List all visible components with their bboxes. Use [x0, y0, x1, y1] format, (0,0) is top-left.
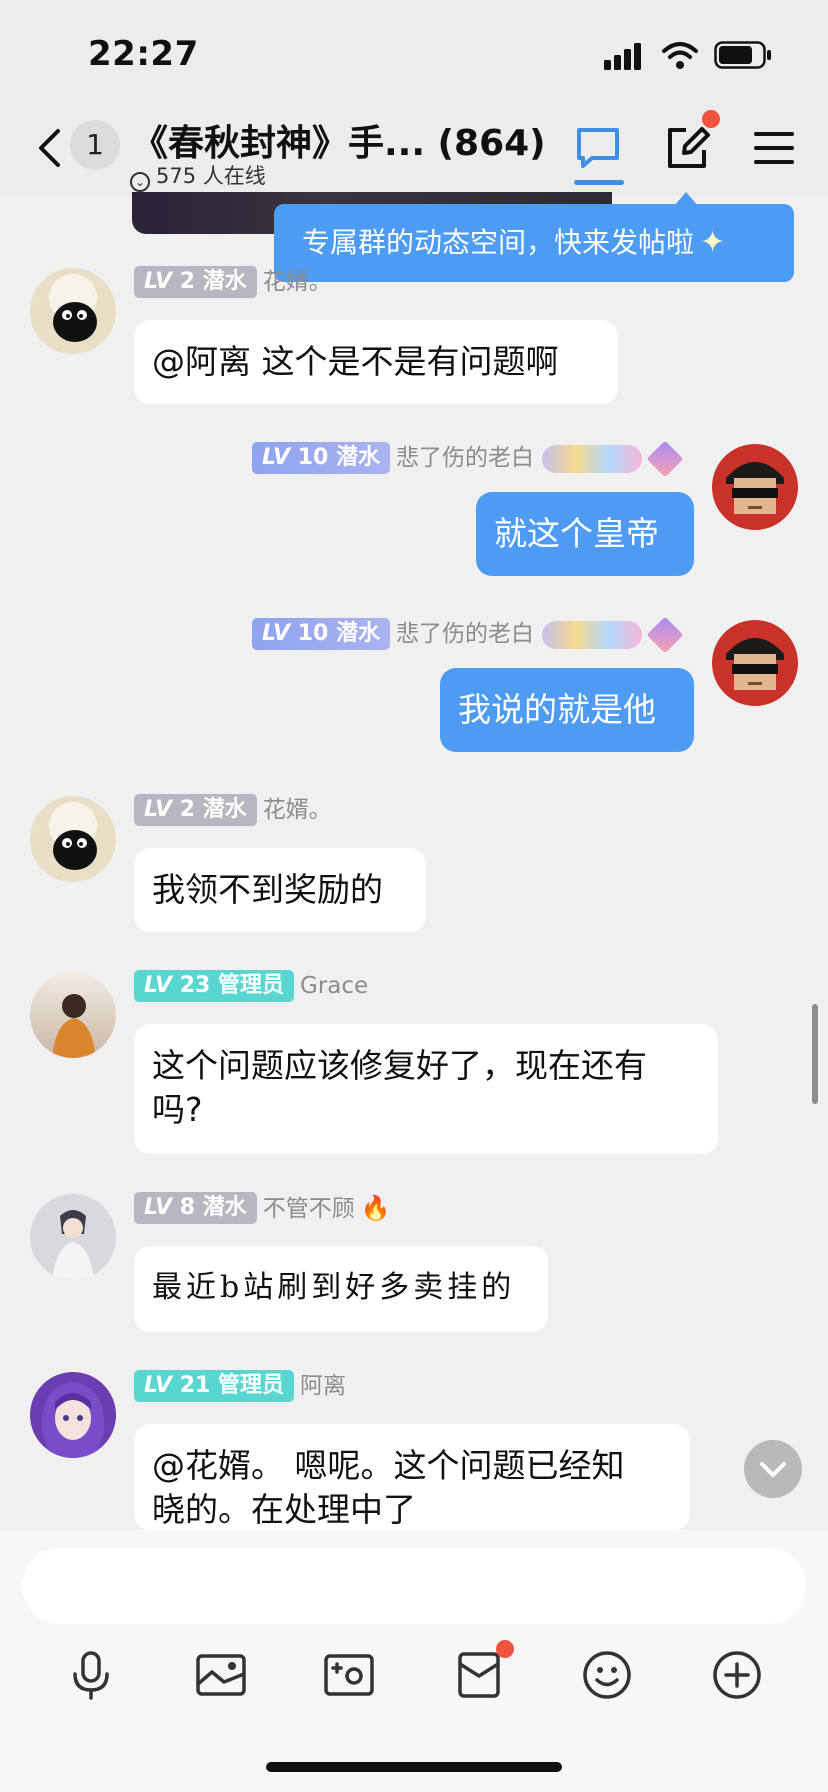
sender-name[interactable]: 悲了伤的老白	[396, 621, 534, 647]
level-badge: LV 2 潜水	[134, 266, 257, 298]
plus-icon[interactable]	[710, 1648, 764, 1702]
feed-tooltip[interactable]: 专属群的动态空间，快来发帖啦 ✦	[274, 204, 794, 282]
level-badge: LV 21 管理员	[134, 1370, 294, 1402]
sheep-avatar[interactable]	[30, 796, 116, 882]
message-bubble[interactable]: @阿离 这个是不是有问题啊	[134, 320, 618, 404]
sheep-avatar[interactable]	[30, 268, 116, 354]
active-tab-indicator	[574, 180, 624, 185]
composer	[0, 1530, 828, 1792]
sender-name[interactable]: 不管不顾	[263, 1196, 355, 1222]
microphone-icon[interactable]	[64, 1648, 118, 1702]
online-count: ⌄ 575 人在线	[130, 160, 266, 192]
message-line: 晓的。在处理中了	[152, 1490, 416, 1529]
emoji-icon[interactable]	[580, 1648, 634, 1702]
chat-header: 1 《春秋封神》手... (864) ⌄ 575 人在线	[0, 110, 828, 196]
swordsman-avatar[interactable]	[30, 1194, 116, 1280]
scrollbar[interactable]	[812, 1004, 818, 1104]
sender-meta: LV 10 潜水 悲了伤的老白	[252, 616, 684, 653]
notification-dot	[702, 110, 720, 128]
status-time: 22:27	[88, 34, 199, 74]
red-packet-icon[interactable]	[452, 1648, 506, 1702]
message-bubble[interactable]: 我说的就是他	[440, 668, 694, 752]
chat-bubble-icon[interactable]	[574, 124, 622, 172]
level-badge: LV 23 管理员	[134, 970, 294, 1002]
sender-meta: LV 2 潜水 花婿。	[134, 266, 332, 298]
scroll-to-bottom-button[interactable]	[744, 1440, 802, 1498]
status-bar: 22:27	[0, 0, 828, 110]
message-bubble[interactable]: 最近b站刷到好多卖挂的	[134, 1246, 548, 1332]
gem-icon	[646, 440, 684, 477]
message-bubble[interactable]: 这个问题应该修复好了，现在还有 吗?	[134, 1024, 718, 1154]
sender-meta: LV 2 潜水 花婿。	[134, 794, 332, 826]
sender-name[interactable]: 花婿。	[263, 269, 332, 295]
anime-girl-avatar[interactable]	[30, 1372, 116, 1458]
message-bubble[interactable]: @花婿。 嗯呢。这个问题已经知 晓的。在处理中了	[134, 1424, 690, 1530]
back-icon[interactable]	[36, 128, 62, 168]
camera-icon[interactable]	[322, 1648, 376, 1702]
chevron-down-icon: ⌄	[130, 172, 150, 192]
sender-meta: LV 8 潜水 不管不顾 🔥	[134, 1192, 391, 1224]
menu-icon[interactable]	[750, 124, 798, 172]
sender-name[interactable]: 花婿。	[263, 797, 332, 823]
sparkle-icon: ✦	[700, 225, 726, 260]
tooltip-text: 专属群的动态空间，快来发帖啦	[302, 226, 695, 259]
battery-icon	[714, 41, 771, 69]
edit-post-icon[interactable]	[664, 124, 712, 172]
message-bubble[interactable]: 就这个皇帝	[476, 492, 694, 576]
sender-name[interactable]: 阿离	[300, 1373, 346, 1399]
sender-meta: LV 23 管理员 Grace	[134, 970, 368, 1002]
level-badge: LV 10 潜水	[252, 442, 390, 474]
message-input[interactable]	[22, 1548, 806, 1624]
unread-count-badge[interactable]: 1	[70, 120, 120, 170]
photo-avatar[interactable]	[30, 972, 116, 1058]
sender-meta: LV 10 潜水 悲了伤的老白	[252, 440, 684, 477]
decoration-badge-icon	[542, 620, 642, 649]
message-line: 吗?	[152, 1090, 203, 1129]
wifi-icon	[662, 42, 698, 69]
sunglasses-avatar[interactable]	[712, 444, 798, 530]
sender-meta: LV 21 管理员 阿离	[134, 1370, 346, 1402]
notification-dot	[496, 1640, 514, 1658]
gem-icon	[646, 616, 684, 653]
chevron-down-icon	[760, 1462, 786, 1477]
level-badge: LV 10 潜水	[252, 618, 390, 650]
decoration-badge-icon	[542, 444, 642, 473]
sunglasses-avatar[interactable]	[712, 620, 798, 706]
group-title[interactable]: 《春秋封神》手... (864)	[132, 114, 546, 166]
online-count-label: 575 人在线	[156, 164, 266, 188]
level-badge: LV 2 潜水	[134, 794, 257, 826]
message-bubble[interactable]: 我领不到奖励的	[134, 848, 426, 932]
home-indicator[interactable]	[266, 1762, 562, 1772]
message-line: 这个问题应该修复好了，现在还有	[152, 1046, 647, 1085]
fire-icon: 🔥	[360, 1194, 391, 1222]
sender-name[interactable]: 悲了伤的老白	[396, 445, 534, 471]
image-icon[interactable]	[194, 1648, 248, 1702]
sender-name[interactable]: Grace	[300, 973, 368, 999]
cellular-signal-icon	[604, 43, 641, 70]
message-line: @花婿。 嗯呢。这个问题已经知	[152, 1446, 625, 1485]
level-badge: LV 8 潜水	[134, 1192, 257, 1224]
